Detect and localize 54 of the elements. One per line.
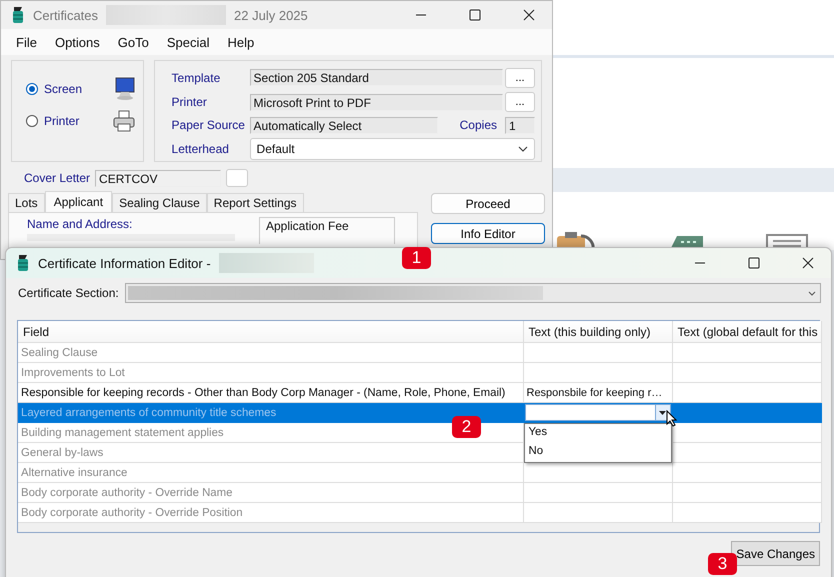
column-header[interactable]: Text (global default for this: [672, 321, 821, 342]
caret-icon: [659, 410, 666, 414]
menu-item[interactable]: GoTo: [108, 34, 158, 50]
radio-button[interactable]: [26, 115, 38, 127]
menu-item[interactable]: Help: [218, 34, 264, 50]
column-header[interactable]: Field: [18, 321, 523, 342]
field-label: Template: [172, 70, 222, 85]
radio-label: Screen: [44, 82, 84, 96]
dropdown[interactable]: Default: [250, 138, 535, 160]
radio-label: Printer: [44, 114, 80, 128]
field-label: Copies: [460, 118, 497, 132]
app-logo-icon: [11, 6, 25, 24]
text-field[interactable]: Automatically Select: [250, 116, 438, 134]
group-label: Application Fee: [266, 219, 350, 233]
copies-field[interactable]: 1: [505, 116, 535, 134]
field-label: Name and Address:: [27, 217, 134, 231]
table-cell[interactable]: Responsbile for keeping r…: [526, 386, 662, 398]
window-title: Certificate Information Editor -: [38, 256, 211, 270]
maximize-icon[interactable]: [469, 9, 481, 21]
callout-badge: 3: [708, 553, 737, 575]
field-label: Paper Source: [172, 118, 246, 132]
text-field[interactable]: CERTCOV: [95, 170, 222, 186]
printer-icon: [112, 109, 136, 133]
maximize-icon[interactable]: [748, 257, 760, 269]
menu-item[interactable]: Options: [46, 34, 109, 50]
field-label: Letterhead: [172, 142, 230, 156]
field-label: Certificate Section:: [18, 286, 119, 300]
text-field[interactable]: Section 205 Standard: [250, 69, 503, 86]
tab[interactable]: Applicant: [44, 191, 112, 212]
field-label: Cover Letter: [24, 171, 90, 185]
close-icon[interactable]: [523, 9, 535, 21]
window-date: 22 July 2025: [234, 8, 308, 22]
tab[interactable]: Sealing Clause: [112, 193, 207, 212]
action-button[interactable]: Info Editor: [431, 223, 545, 244]
action-button[interactable]: Proceed: [431, 193, 545, 214]
callout-badge: 2: [452, 416, 481, 438]
chevron-down-icon: [518, 146, 528, 152]
text-field[interactable]: Microsoft Print to PDF: [250, 94, 503, 111]
browse-button[interactable]: ...: [505, 92, 535, 112]
close-icon[interactable]: [802, 257, 814, 269]
app-logo-icon: [16, 254, 30, 272]
window-title: Certificates: [33, 8, 98, 22]
radio-button[interactable]: [26, 83, 38, 95]
field-label: Printer: [172, 95, 208, 110]
monitor-icon: [114, 77, 136, 101]
menu-item[interactable]: Special: [158, 34, 218, 50]
menu-item[interactable]: File: [7, 34, 46, 50]
save-button[interactable]: Save Changes: [731, 541, 820, 566]
browse-button[interactable]: ...: [505, 68, 535, 88]
callout-badge: 1: [402, 247, 431, 269]
tab[interactable]: Lots: [8, 193, 45, 212]
column-header[interactable]: Text (this building only): [523, 321, 672, 342]
chevron-down-icon: [808, 290, 816, 296]
tab[interactable]: Report Settings: [206, 193, 304, 212]
